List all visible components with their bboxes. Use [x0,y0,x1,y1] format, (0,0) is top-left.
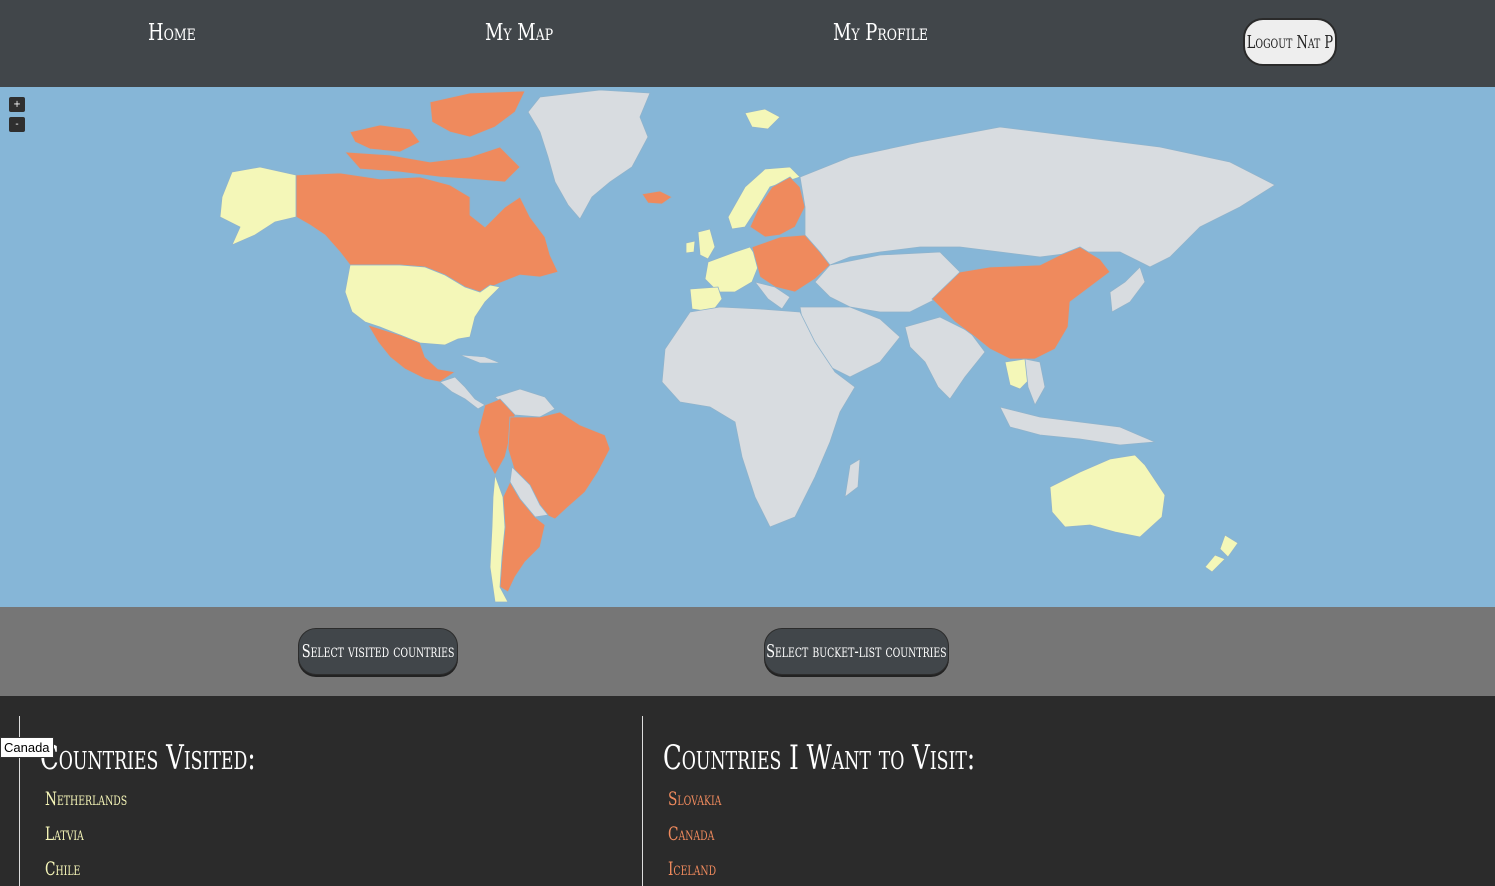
country-canada-islands-2[interactable] [349,124,421,153]
country-greenland[interactable] [527,89,651,220]
bucket-item[interactable]: Iceland [668,858,716,880]
country-canada-islands-3[interactable] [344,146,521,183]
navbar: Home My Map My Profile Logout Nat P [0,0,1495,87]
country-new-zealand[interactable] [1219,534,1239,558]
country-canada-islands[interactable] [429,90,526,138]
zoom-in-button[interactable]: + [9,97,25,112]
country-madagascar[interactable] [844,458,861,498]
logout-button-label: Logout Nat P [1246,31,1334,53]
bucket-item[interactable]: Canada [668,823,714,845]
country-ireland[interactable] [685,240,696,254]
world-map-svg[interactable] [0,87,1495,607]
country-uk[interactable] [697,228,716,260]
country-iceland[interactable] [641,190,673,205]
select-bucket-label: Select bucket-list countries [766,641,947,662]
country-cuba[interactable] [459,354,501,364]
select-visited-button[interactable]: Select visited countries [298,628,458,675]
visited-item[interactable]: Latvia [45,823,84,845]
world-map[interactable]: + - [0,87,1495,607]
country-russia[interactable] [799,126,1276,268]
select-bucket-button[interactable]: Select bucket-list countries [764,628,949,675]
bucket-item[interactable]: Slovakia [668,788,721,810]
country-western-europe[interactable] [704,246,761,293]
center-divider [642,716,643,886]
select-visited-label: Select visited countries [301,641,455,662]
country-usa-alaska[interactable] [219,166,297,246]
country-japan[interactable] [1109,266,1146,313]
visited-item[interactable]: Chile [45,858,80,880]
country-indochina[interactable] [1024,358,1046,406]
country-new-zealand-south[interactable] [1204,554,1226,573]
zoom-out-button[interactable]: - [9,117,25,132]
nav-home-link[interactable]: Home [148,20,196,46]
visited-title: Countries Visited: [40,738,256,778]
nav-my-profile-link[interactable]: My Profile [833,20,928,46]
country-lists: Countries Visited: Netherlands Latvia Ch… [0,696,1495,886]
bucket-title: Countries I Want to Visit: [663,738,976,778]
country-australia[interactable] [1049,454,1166,538]
map-tooltip: Canada [0,737,54,758]
country-central-america[interactable] [439,376,486,410]
country-svalbard[interactable] [744,108,781,130]
selection-controls: Select visited countries Select bucket-l… [0,607,1495,696]
country-indonesia[interactable] [999,406,1156,446]
logout-button[interactable]: Logout Nat P [1243,18,1337,66]
nav-my-map-link[interactable]: My Map [485,20,553,46]
visited-item[interactable]: Netherlands [45,788,127,810]
